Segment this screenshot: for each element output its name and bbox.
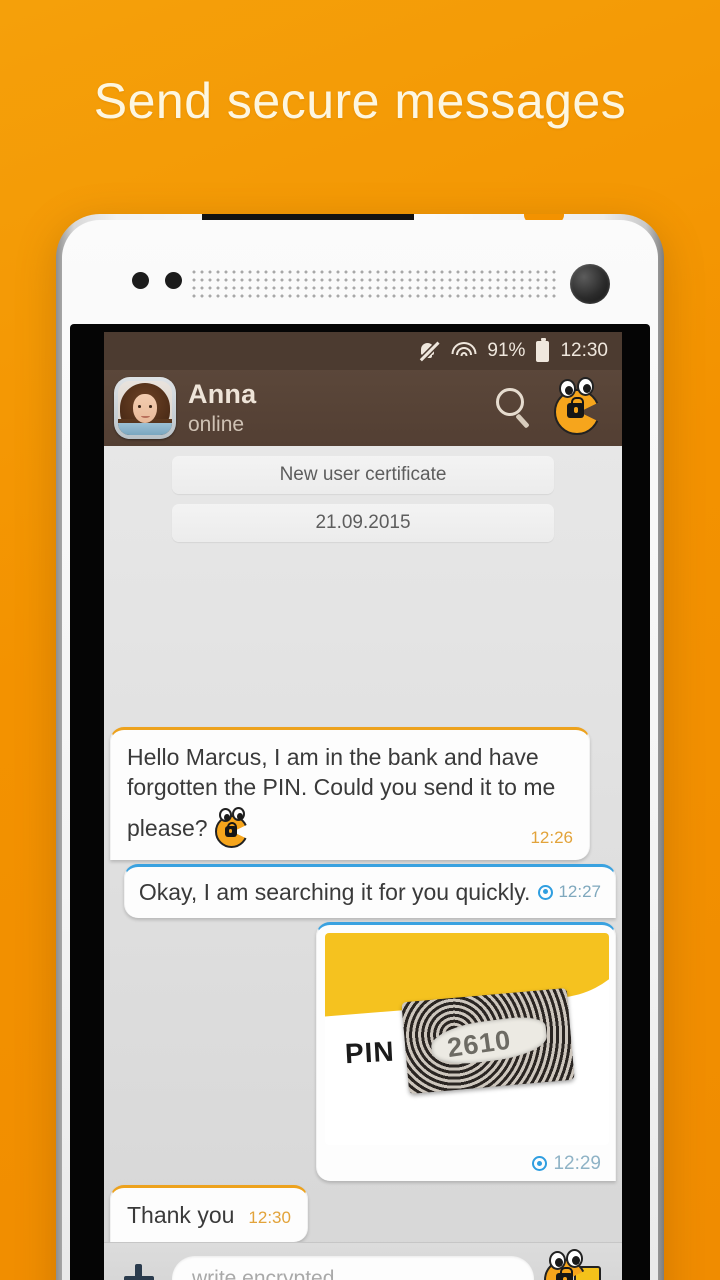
front-camera-icon bbox=[570, 264, 610, 304]
message-row: Okay, I am searching it for you quickly.… bbox=[104, 864, 622, 918]
proximity-sensor-icon bbox=[132, 272, 182, 289]
app-logo-mascot-icon[interactable] bbox=[552, 377, 610, 437]
message-timestamp: 12:27 bbox=[558, 882, 601, 902]
photo-pin-label: PIN bbox=[344, 1035, 396, 1069]
search-icon[interactable] bbox=[490, 383, 540, 433]
message-row: Thank you 12:30 bbox=[104, 1184, 622, 1242]
contact-presence: online bbox=[188, 412, 245, 436]
battery-icon bbox=[536, 337, 550, 362]
message-input-bar: write encrypted... bbox=[104, 1242, 622, 1280]
photo-scratch-patch: 2610 bbox=[401, 987, 575, 1094]
message-row: Hello Marcus, I am in the bank and have … bbox=[104, 726, 622, 861]
phone-device-frame: 91% 12:30 Anna online New user certifica… bbox=[56, 214, 664, 1280]
message-row: PIN 2610 12:29 bbox=[104, 921, 622, 1181]
system-chip-date: 21.09.2015 bbox=[172, 504, 554, 542]
status-bar-clock: 12:30 bbox=[560, 340, 608, 361]
screen-bezel: 91% 12:30 Anna online New user certifica… bbox=[70, 324, 650, 1280]
chat-header: Anna online bbox=[104, 370, 622, 446]
mascot-lock-emoji-icon bbox=[214, 807, 254, 849]
message-bubble-outgoing[interactable]: Okay, I am searching it for you quickly.… bbox=[123, 864, 616, 918]
phone-screen: 91% 12:30 Anna online New user certifica… bbox=[104, 332, 622, 1280]
system-chip-certificate: New user certificate bbox=[172, 456, 554, 494]
system-chip-label: New user certificate bbox=[279, 464, 447, 485]
earpiece-speaker-grille bbox=[190, 268, 560, 298]
wifi-icon bbox=[451, 341, 477, 361]
message-timestamp: 12:29 bbox=[553, 1152, 601, 1174]
message-timestamp: 12:26 bbox=[530, 828, 573, 848]
pin-letter-photo[interactable]: PIN 2610 bbox=[325, 932, 609, 1145]
message-bubble-incoming[interactable]: Hello Marcus, I am in the bank and have … bbox=[110, 726, 590, 861]
contact-info[interactable]: Anna online bbox=[188, 380, 478, 435]
message-timestamp: 12:30 bbox=[248, 1207, 291, 1227]
message-text-line: forgotten the PIN. Could you send it to … bbox=[127, 773, 556, 800]
message-text: Thank you bbox=[127, 1201, 235, 1228]
message-bubble-image[interactable]: PIN 2610 12:29 bbox=[316, 921, 616, 1181]
send-button[interactable] bbox=[544, 1248, 610, 1280]
message-list: Hello Marcus, I am in the bank and have … bbox=[104, 723, 622, 1242]
read-receipt-icon bbox=[532, 1156, 548, 1172]
message-text: Okay, I am searching it for you quickly. bbox=[138, 879, 531, 906]
bell-muted-icon bbox=[418, 340, 440, 362]
battery-percent-label: 91% bbox=[487, 340, 526, 361]
read-receipt-icon bbox=[538, 884, 554, 900]
message-input[interactable]: write encrypted... bbox=[172, 1255, 534, 1280]
phone-front-panel: 91% 12:30 Anna online New user certifica… bbox=[62, 220, 658, 1280]
page-title: Send secure messages bbox=[93, 73, 627, 129]
system-chip-label: 21.09.2015 bbox=[315, 512, 411, 533]
plus-icon[interactable] bbox=[116, 1256, 162, 1280]
contact-name: Anna bbox=[188, 379, 257, 410]
avatar[interactable] bbox=[114, 377, 176, 439]
message-text-line: Hello Marcus, I am in the bank and have bbox=[127, 743, 539, 770]
message-bubble-incoming[interactable]: Thank you 12:30 bbox=[110, 1184, 308, 1242]
message-input-placeholder: write encrypted... bbox=[192, 1266, 352, 1280]
status-bar: 91% 12:30 bbox=[104, 332, 622, 370]
conversation-area[interactable]: New user certificate 21.09.2015 Hello Ma… bbox=[104, 446, 622, 1242]
message-text-line: please? bbox=[127, 815, 208, 842]
